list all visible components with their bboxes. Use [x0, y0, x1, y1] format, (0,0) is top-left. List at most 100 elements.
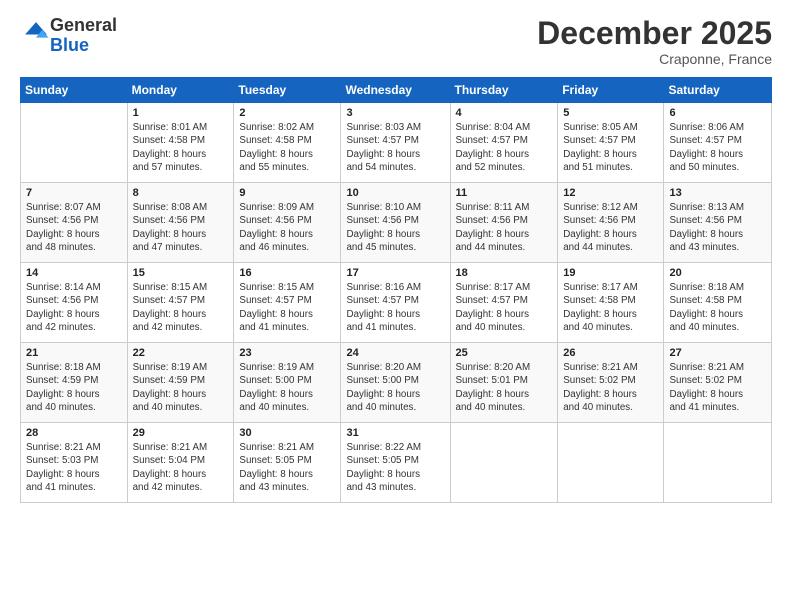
day-info: Sunrise: 8:09 AMSunset: 4:56 PMDaylight:… — [239, 201, 335, 254]
logo-icon — [22, 19, 50, 47]
day-info: Sunrise: 8:15 AMSunset: 4:57 PMDaylight:… — [133, 281, 229, 334]
day-number: 30 — [239, 427, 335, 439]
calendar-cell: 9 Sunrise: 8:09 AMSunset: 4:56 PMDaylight… — [234, 183, 341, 263]
day-info: Sunrise: 8:21 AMSunset: 5:03 PMDaylight:… — [26, 441, 122, 494]
day-info: Sunrise: 8:07 AMSunset: 4:56 PMDaylight:… — [26, 201, 122, 254]
calendar-week-row: 1Sunrise: 8:01 AMSunset: 4:58 PMDaylight… — [21, 103, 772, 183]
day-info: Sunrise: 8:16 AMSunset: 4:57 PMDaylight:… — [346, 281, 444, 334]
calendar-cell: 26 Sunrise: 8:21 AMSunset: 5:02 PMDayligh… — [558, 343, 664, 423]
calendar-cell: 10 Sunrise: 8:10 AMSunset: 4:56 PMDayligh… — [341, 183, 450, 263]
day-number: 29 — [133, 427, 229, 439]
location: Craponne, France — [537, 51, 772, 67]
calendar-header-wednesday: Wednesday — [341, 78, 450, 103]
calendar-week-row: 14Sunrise: 8:14 AMSunset: 4:56 PMDayligh… — [21, 263, 772, 343]
calendar-cell: 18Sunrise: 8:17 AMSunset: 4:57 PMDayligh… — [450, 263, 558, 343]
day-number: 19 — [563, 267, 658, 279]
day-number: 23 — [239, 347, 335, 359]
day-info: Sunrise: 8:13 AMSunset: 4:56 PMDaylight:… — [669, 201, 766, 254]
day-number: 21 — [26, 347, 122, 359]
calendar-week-row: 7 Sunrise: 8:07 AMSunset: 4:56 PMDaylight… — [21, 183, 772, 263]
calendar-cell: 31 Sunrise: 8:22 AMSunset: 5:05 PMDayligh… — [341, 423, 450, 503]
calendar-header-saturday: Saturday — [664, 78, 772, 103]
day-info: Sunrise: 8:18 AMSunset: 4:59 PMDaylight:… — [26, 361, 122, 414]
day-number: 16 — [239, 267, 335, 279]
calendar-cell: 12Sunrise: 8:12 AMSunset: 4:56 PMDayligh… — [558, 183, 664, 263]
day-number: 26 — [563, 347, 658, 359]
day-info: Sunrise: 8:15 AMSunset: 4:57 PMDaylight:… — [239, 281, 335, 334]
calendar-week-row: 21 Sunrise: 8:18 AMSunset: 4:59 PMDayligh… — [21, 343, 772, 423]
day-info: Sunrise: 8:17 AMSunset: 4:58 PMDaylight:… — [563, 281, 658, 334]
day-info: Sunrise: 8:21 AMSunset: 5:02 PMDaylight:… — [563, 361, 658, 414]
calendar-cell: 19 Sunrise: 8:17 AMSunset: 4:58 PMDayligh… — [558, 263, 664, 343]
day-number: 3 — [346, 107, 444, 119]
day-info: Sunrise: 8:11 AMSunset: 4:56 PMDaylight:… — [456, 201, 553, 254]
calendar-cell: 17 Sunrise: 8:16 AMSunset: 4:57 PMDayligh… — [341, 263, 450, 343]
day-number: 24 — [346, 347, 444, 359]
month-title: December 2025 — [537, 16, 772, 51]
day-info: Sunrise: 8:04 AMSunset: 4:57 PMDaylight:… — [456, 121, 553, 174]
day-info: Sunrise: 8:03 AMSunset: 4:57 PMDaylight:… — [346, 121, 444, 174]
day-number: 7 — [26, 187, 122, 199]
day-number: 6 — [669, 107, 766, 119]
day-number: 12 — [563, 187, 658, 199]
calendar-cell — [450, 423, 558, 503]
calendar-cell: 23 Sunrise: 8:19 AMSunset: 5:00 PMDayligh… — [234, 343, 341, 423]
day-info: Sunrise: 8:02 AMSunset: 4:58 PMDaylight:… — [239, 121, 335, 174]
calendar-cell: 30 Sunrise: 8:21 AMSunset: 5:05 PMDayligh… — [234, 423, 341, 503]
day-info: Sunrise: 8:19 AMSunset: 5:00 PMDaylight:… — [239, 361, 335, 414]
calendar-header-friday: Friday — [558, 78, 664, 103]
page: General Blue December 2025 Craponne, Fra… — [0, 0, 792, 612]
calendar-cell: 25Sunrise: 8:20 AMSunset: 5:01 PMDayligh… — [450, 343, 558, 423]
calendar-header-monday: Monday — [127, 78, 234, 103]
calendar-cell: 15 Sunrise: 8:15 AMSunset: 4:57 PMDayligh… — [127, 263, 234, 343]
calendar-cell: 3 Sunrise: 8:03 AMSunset: 4:57 PMDaylight… — [341, 103, 450, 183]
day-number: 9 — [239, 187, 335, 199]
logo: General Blue — [20, 16, 117, 56]
day-number: 15 — [133, 267, 229, 279]
calendar-cell: 14Sunrise: 8:14 AMSunset: 4:56 PMDayligh… — [21, 263, 128, 343]
day-info: Sunrise: 8:08 AMSunset: 4:56 PMDaylight:… — [133, 201, 229, 254]
calendar-cell: 13 Sunrise: 8:13 AMSunset: 4:56 PMDayligh… — [664, 183, 772, 263]
calendar-cell: 4 Sunrise: 8:04 AMSunset: 4:57 PMDaylight… — [450, 103, 558, 183]
day-number: 8 — [133, 187, 229, 199]
title-block: December 2025 Craponne, France — [537, 16, 772, 67]
calendar-cell: 2 Sunrise: 8:02 AMSunset: 4:58 PMDaylight… — [234, 103, 341, 183]
calendar-cell: 16 Sunrise: 8:15 AMSunset: 4:57 PMDayligh… — [234, 263, 341, 343]
day-info: Sunrise: 8:19 AMSunset: 4:59 PMDaylight:… — [133, 361, 229, 414]
calendar-cell: 24Sunrise: 8:20 AMSunset: 5:00 PMDayligh… — [341, 343, 450, 423]
calendar-cell — [21, 103, 128, 183]
day-number: 13 — [669, 187, 766, 199]
day-number: 31 — [346, 427, 444, 439]
day-number: 5 — [563, 107, 658, 119]
day-info: Sunrise: 8:21 AMSunset: 5:02 PMDaylight:… — [669, 361, 766, 414]
day-number: 25 — [456, 347, 553, 359]
header: General Blue December 2025 Craponne, Fra… — [20, 16, 772, 67]
calendar-table: SundayMondayTuesdayWednesdayThursdayFrid… — [20, 77, 772, 503]
calendar-cell — [664, 423, 772, 503]
day-info: Sunrise: 8:22 AMSunset: 5:05 PMDaylight:… — [346, 441, 444, 494]
day-info: Sunrise: 8:10 AMSunset: 4:56 PMDaylight:… — [346, 201, 444, 254]
calendar-cell: 27Sunrise: 8:21 AMSunset: 5:02 PMDayligh… — [664, 343, 772, 423]
logo-blue-text: Blue — [50, 35, 89, 55]
day-number: 14 — [26, 267, 122, 279]
day-info: Sunrise: 8:21 AMSunset: 5:05 PMDaylight:… — [239, 441, 335, 494]
day-number: 1 — [133, 107, 229, 119]
day-number: 2 — [239, 107, 335, 119]
day-info: Sunrise: 8:05 AMSunset: 4:57 PMDaylight:… — [563, 121, 658, 174]
calendar-cell: 21 Sunrise: 8:18 AMSunset: 4:59 PMDayligh… — [21, 343, 128, 423]
day-number: 10 — [346, 187, 444, 199]
day-info: Sunrise: 8:18 AMSunset: 4:58 PMDaylight:… — [669, 281, 766, 334]
calendar-header-thursday: Thursday — [450, 78, 558, 103]
calendar-cell: 1Sunrise: 8:01 AMSunset: 4:58 PMDaylight… — [127, 103, 234, 183]
day-number: 22 — [133, 347, 229, 359]
day-number: 4 — [456, 107, 553, 119]
day-info: Sunrise: 8:21 AMSunset: 5:04 PMDaylight:… — [133, 441, 229, 494]
day-number: 11 — [456, 187, 553, 199]
day-info: Sunrise: 8:17 AMSunset: 4:57 PMDaylight:… — [456, 281, 553, 334]
day-number: 28 — [26, 427, 122, 439]
calendar-cell: 20Sunrise: 8:18 AMSunset: 4:58 PMDayligh… — [664, 263, 772, 343]
calendar-week-row: 28 Sunrise: 8:21 AMSunset: 5:03 PMDayligh… — [21, 423, 772, 503]
calendar-cell: 5 Sunrise: 8:05 AMSunset: 4:57 PMDaylight… — [558, 103, 664, 183]
day-number: 17 — [346, 267, 444, 279]
calendar-cell — [558, 423, 664, 503]
